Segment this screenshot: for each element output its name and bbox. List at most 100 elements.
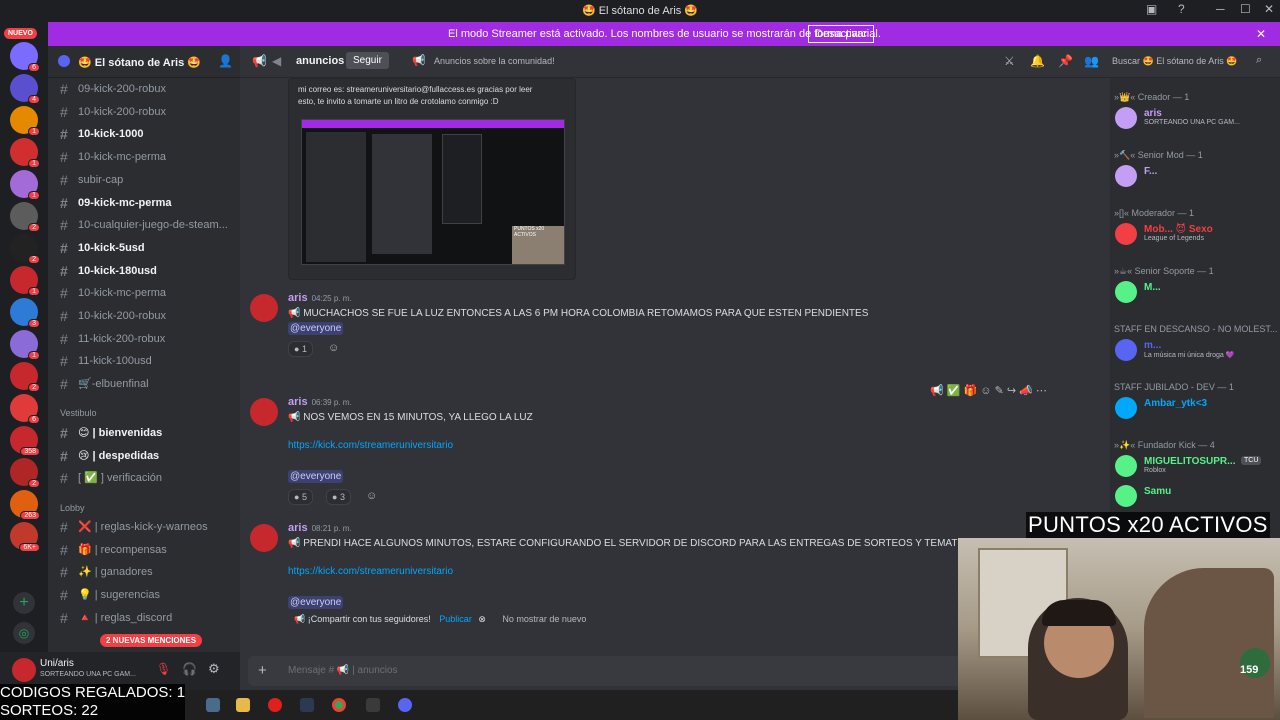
- message-input-box[interactable]: + Mensaje # 📢 | anuncios: [248, 656, 964, 686]
- follow-button[interactable]: Seguir: [346, 52, 389, 69]
- members-icon[interactable]: 👥: [1084, 54, 1099, 68]
- maximize-button[interactable]: ☐: [1240, 2, 1251, 16]
- chrome-icon[interactable]: [332, 698, 346, 712]
- member-item[interactable]: aris SORTEANDO UNA PC GAM...: [1115, 106, 1275, 132]
- app-icon[interactable]: [300, 698, 314, 712]
- server-icon[interactable]: 2: [10, 202, 40, 232]
- channel-item[interactable]: # 😊 | bienvenidas: [56, 422, 236, 444]
- channel-item[interactable]: #10-kick-200-robux: [56, 101, 236, 123]
- everyone-mention[interactable]: @everyone: [288, 470, 344, 483]
- add-reaction-icon[interactable]: ☺: [328, 342, 339, 354]
- message-author[interactable]: aris 06:39 p. m.: [288, 396, 352, 408]
- channel-item[interactable]: #09-kick-200-robux: [56, 78, 236, 100]
- channel-item[interactable]: # ❌ | reglas-kick-y-warneos: [56, 516, 236, 538]
- close-window-button[interactable]: ✕: [1264, 2, 1274, 16]
- deafen-icon[interactable]: 🎧: [182, 662, 197, 676]
- threads-icon[interactable]: ⚔: [1004, 54, 1015, 68]
- server-icon[interactable]: 263: [10, 490, 40, 520]
- server-icon[interactable]: 1: [10, 106, 40, 136]
- avatar[interactable]: [250, 294, 278, 322]
- server-icon[interactable]: 2: [10, 234, 40, 264]
- server-icon[interactable]: 1: [10, 330, 40, 360]
- search-input[interactable]: Buscar 🤩 El sótano de Aris 🤩: [1112, 56, 1237, 67]
- message-link[interactable]: https://kick.com/streameruniversitario: [288, 566, 453, 577]
- channel-item[interactable]: #10-kick-5usd: [56, 237, 236, 259]
- add-server-icon[interactable]: +: [13, 592, 35, 614]
- server-icon[interactable]: 358: [10, 426, 40, 456]
- gear-icon[interactable]: ⚙: [208, 661, 220, 677]
- avatar[interactable]: [250, 398, 278, 426]
- add-reaction-icon[interactable]: ☺: [980, 385, 991, 397]
- channel-item[interactable]: #10-cualquier-juego-de-steam...: [56, 214, 236, 236]
- everyone-mention[interactable]: @everyone: [288, 322, 344, 335]
- discover-icon[interactable]: ◎: [13, 622, 35, 644]
- server-header[interactable]: 🤩 El sótano de Aris 🤩 ⌄ 👤: [48, 46, 240, 78]
- more-icon[interactable]: ⋯: [1036, 385, 1047, 397]
- server-icon[interactable]: 1: [10, 170, 40, 200]
- close-icon[interactable]: ✕: [1256, 27, 1266, 41]
- message-input[interactable]: Mensaje # 📢 | anuncios: [288, 665, 398, 676]
- channel-item[interactable]: # ✨ | ganadores: [56, 561, 236, 583]
- channel-item[interactable]: #11-kick-200-robux: [56, 328, 236, 350]
- new-mentions-pill[interactable]: 2 NUEVAS MENCIONES: [100, 634, 203, 647]
- message-author[interactable]: aris 04:25 p. m.: [288, 292, 352, 304]
- everyone-mention[interactable]: @everyone: [288, 596, 344, 609]
- bell-icon[interactable]: 🔔: [1030, 54, 1045, 68]
- message-author[interactable]: aris 08:21 p. m.: [288, 522, 352, 534]
- channel-item[interactable]: # 🎁 | recompensas: [56, 539, 236, 561]
- server-icon[interactable]: 2: [10, 458, 40, 488]
- member-item[interactable]: m... La música mi única droga 💜: [1115, 338, 1275, 364]
- server-icon[interactable]: 1: [10, 138, 40, 168]
- disable-streamer-button[interactable]: Desactivar: [808, 25, 874, 43]
- channel-item[interactable]: # 💡 | sugerencias: [56, 584, 236, 606]
- channel-item[interactable]: #10-kick-1000: [56, 123, 236, 145]
- minimize-button[interactable]: ─: [1216, 2, 1225, 16]
- reaction-chip[interactable]: ● 1: [288, 341, 313, 357]
- folder-icon[interactable]: [236, 698, 250, 712]
- channel-item[interactable]: # 🔺 | reglas_discord: [56, 607, 236, 629]
- discord-icon[interactable]: [398, 698, 412, 712]
- dismiss-x-icon[interactable]: ⊗: [478, 614, 486, 624]
- member-item[interactable]: F...: [1115, 164, 1275, 190]
- gift-reaction-icon[interactable]: 🎁: [964, 385, 978, 397]
- embed-screenshot-image[interactable]: PUNTOS x20 ACTIVOS: [301, 119, 565, 265]
- server-icon[interactable]: 6: [10, 394, 40, 424]
- dont-show-again-link[interactable]: No mostrar de nuevo: [502, 614, 586, 624]
- channel-item[interactable]: #10-kick-200-robux: [56, 305, 236, 327]
- help-icon[interactable]: ?: [1178, 2, 1185, 16]
- server-icon[interactable]: 3: [10, 298, 40, 328]
- channel-item[interactable]: #10-kick-180usd: [56, 260, 236, 282]
- check-reaction-icon[interactable]: ✅: [947, 385, 961, 397]
- member-item[interactable]: Samu: [1115, 484, 1275, 510]
- category-lobby[interactable]: Lobby: [60, 503, 85, 513]
- edit-icon[interactable]: ✎: [995, 385, 1004, 397]
- app-icon[interactable]: [366, 698, 380, 712]
- message-link[interactable]: https://kick.com/streameruniversitario: [288, 440, 453, 451]
- member-item[interactable]: MIGUELITOSUPR... TCU Roblox: [1115, 454, 1275, 480]
- reaction-chip[interactable]: ● 5: [288, 489, 313, 505]
- server-icon[interactable]: 2: [10, 362, 40, 392]
- channel-item[interactable]: #10-kick-mc-perma: [56, 146, 236, 168]
- reaction-chip[interactable]: ● 3: [326, 489, 351, 505]
- publish-icon[interactable]: 📣: [1019, 385, 1033, 397]
- react-icon[interactable]: 📢: [930, 385, 944, 397]
- publish-link[interactable]: Publicar: [439, 614, 472, 624]
- avatar[interactable]: [250, 524, 278, 552]
- mute-icon[interactable]: 🎙: [156, 662, 171, 676]
- member-item[interactable]: Ambar_ytk<3: [1115, 396, 1275, 422]
- channel-item[interactable]: # [ ✅ ] verificación: [56, 467, 236, 489]
- channel-item[interactable]: # subir-cap: [56, 169, 236, 191]
- channel-item[interactable]: #10-kick-mc-perma: [56, 282, 236, 304]
- server-icon[interactable]: 6: [10, 42, 40, 72]
- pin-icon[interactable]: 📌: [1058, 54, 1073, 68]
- member-item[interactable]: Mob... 😈 Sexo League of Legends: [1115, 222, 1275, 248]
- plus-icon[interactable]: +: [258, 662, 267, 679]
- server-icon[interactable]: 1: [10, 266, 40, 296]
- member-item[interactable]: M...: [1115, 280, 1275, 306]
- category-vestibulo[interactable]: Vestibulo: [60, 408, 97, 418]
- channel-item[interactable]: #11-kick-100usd: [56, 350, 236, 372]
- avatar[interactable]: [12, 658, 36, 682]
- wallpaper-icon[interactable]: [206, 698, 220, 712]
- add-member-icon[interactable]: 👤: [218, 54, 233, 68]
- add-reaction-icon[interactable]: ☺: [366, 490, 377, 502]
